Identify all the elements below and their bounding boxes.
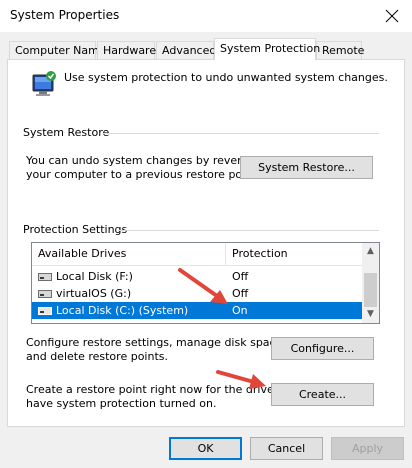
- column-header-protection[interactable]: Protection: [225, 243, 363, 265]
- drives-list[interactable]: Available Drives Protection Local Disk (…: [31, 242, 380, 324]
- drive-row-f[interactable]: Local Disk (F:) Off: [32, 268, 363, 285]
- scroll-up-icon[interactable]: ▲: [362, 243, 379, 260]
- system-restore-button[interactable]: System Restore...: [240, 156, 373, 179]
- drive-protection: Off: [232, 287, 249, 300]
- close-button[interactable]: [372, 0, 412, 32]
- protection-settings-group-title: Protection Settings: [23, 223, 128, 236]
- divider: [118, 230, 379, 231]
- divider: [102, 133, 379, 134]
- configure-description-line2: and delete restore points.: [26, 350, 168, 363]
- tab-remote[interactable]: Remote: [316, 41, 364, 59]
- scroll-down-icon[interactable]: ▼: [362, 306, 379, 323]
- list-header: Available Drives Protection: [32, 243, 379, 266]
- ok-button[interactable]: OK: [169, 437, 242, 460]
- tab-system-protection[interactable]: System Protection: [214, 38, 320, 60]
- close-icon: [385, 9, 399, 23]
- drive-row-c-selected[interactable]: Local Disk (C:) (System) On: [32, 302, 363, 319]
- configure-button[interactable]: Configure...: [271, 337, 374, 360]
- tab-computer-name[interactable]: Computer Name: [9, 41, 106, 59]
- scrollbar-thumb[interactable]: [364, 273, 377, 307]
- system-protection-icon: [32, 71, 56, 96]
- vertical-scrollbar[interactable]: ▲ ▼: [362, 243, 379, 323]
- window-title: System Properties: [10, 8, 120, 22]
- tab-advanced[interactable]: Advanced: [156, 41, 216, 59]
- drive-icon: [38, 290, 52, 298]
- system-properties-window: System Properties Computer Name Hardware…: [0, 0, 412, 468]
- apply-button[interactable]: Apply: [331, 437, 404, 460]
- drive-row-g[interactable]: virtualOS (G:) Off: [32, 285, 363, 302]
- system-restore-description-line1: You can undo system changes by reverting: [26, 154, 263, 167]
- system-restore-group-title: System Restore: [23, 126, 110, 139]
- drive-name: Local Disk (F:): [56, 270, 133, 283]
- drive-name: virtualOS (G:): [56, 287, 132, 300]
- cancel-button[interactable]: Cancel: [250, 437, 323, 460]
- tab-strip: Computer Name Hardware Advanced System P…: [0, 38, 412, 60]
- create-description-line2: have system protection turned on.: [26, 397, 217, 410]
- title-bar: System Properties: [0, 0, 412, 32]
- drive-protection: On: [232, 304, 248, 317]
- intro-text: Use system protection to undo unwanted s…: [64, 71, 388, 84]
- drive-icon: [38, 273, 52, 281]
- column-header-available-drives[interactable]: Available Drives: [32, 243, 225, 265]
- drive-name: Local Disk (C:) (System): [56, 304, 189, 317]
- drive-protection: Off: [232, 270, 249, 283]
- create-description-line1: Create a restore point right now for the…: [26, 383, 306, 396]
- tab-hardware[interactable]: Hardware: [97, 41, 156, 59]
- create-button[interactable]: Create...: [271, 383, 374, 406]
- system-restore-description-line2: your computer to a previous restore poin…: [26, 168, 260, 181]
- configure-description-line1: Configure restore settings, manage disk …: [26, 336, 286, 349]
- system-drive-icon: [38, 307, 52, 315]
